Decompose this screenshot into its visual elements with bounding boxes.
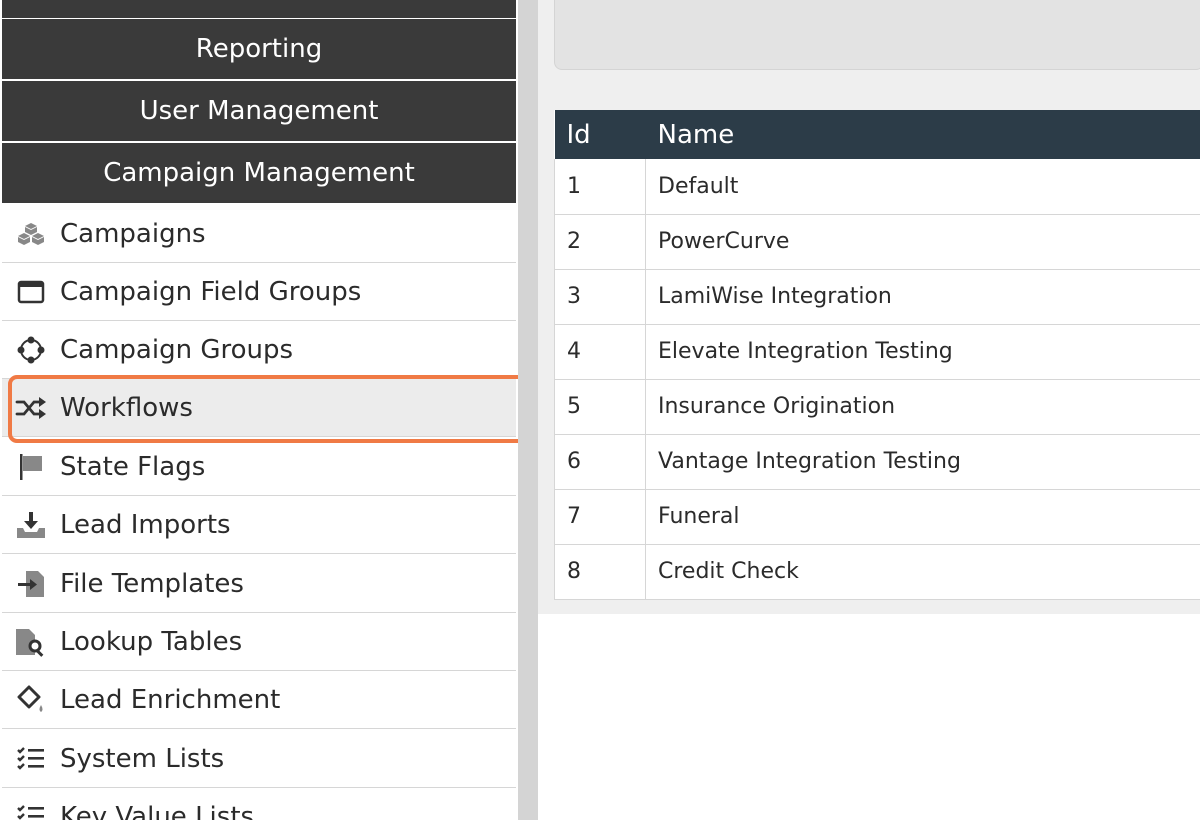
sidebar-header-hidden[interactable] (2, 0, 516, 18)
sidebar-item-key-value-lists[interactable]: Key Value Lists (2, 788, 516, 820)
table-row[interactable]: 3 LamiWise Integration (554, 269, 1200, 325)
table-row[interactable]: 2 PowerCurve (554, 214, 1200, 270)
sidebar-item-campaigns[interactable]: Campaigns (2, 205, 516, 263)
cell-id: 7 (554, 489, 646, 545)
file-import-icon (14, 567, 48, 601)
sidebar-item-system-lists[interactable]: System Lists (2, 730, 516, 788)
main-content: Id Name 1 Default 2 PowerCurve 3 LamiWise I… (538, 0, 1200, 820)
sidebar-item-campaign-groups[interactable]: Campaign Groups (2, 321, 516, 379)
sidebar-header-label: Reporting (195, 34, 323, 64)
column-header-name[interactable]: Name (646, 110, 1200, 159)
sidebar-item-label: State Flags (60, 451, 206, 482)
sidebar: Reporting User Management Campaign Manag… (0, 0, 518, 820)
sidebar-header-campaign-management[interactable]: Campaign Management (2, 143, 516, 203)
cell-name: Elevate Integration Testing (645, 324, 1200, 380)
sidebar-item-label: Lead Imports (60, 509, 231, 540)
group-nodes-icon (14, 333, 48, 367)
cell-name: Default (645, 159, 1200, 215)
cell-name: Insurance Origination (645, 379, 1200, 435)
cell-name: PowerCurve (645, 214, 1200, 270)
sidebar-item-label: Campaign Groups (60, 334, 294, 365)
table-row[interactable]: 4 Elevate Integration Testing (554, 324, 1200, 380)
sidebar-item-label: File Templates (60, 568, 244, 599)
cell-id: 5 (554, 379, 646, 435)
sidebar-item-label: Campaign Field Groups (60, 276, 362, 307)
file-search-icon (14, 625, 48, 659)
cell-name: LamiWise Integration (645, 269, 1200, 325)
cell-id: 2 (554, 214, 646, 270)
cell-id: 3 (554, 269, 646, 325)
cell-id: 4 (554, 324, 646, 380)
workflows-table: Id Name 1 Default 2 PowerCurve 3 LamiWise I… (554, 110, 1200, 600)
sidebar-header-label: Campaign Management (103, 158, 415, 188)
table-row[interactable]: 5 Insurance Origination (554, 379, 1200, 435)
sidebar-item-label: Campaigns (60, 218, 206, 249)
sidebar-item-state-flags[interactable]: State Flags (2, 438, 516, 496)
sidebar-scrollbar[interactable] (518, 0, 538, 820)
cell-id: 8 (554, 544, 646, 600)
paint-bucket-icon (14, 683, 48, 717)
cell-name: Vantage Integration Testing (645, 434, 1200, 490)
sidebar-item-label: Lead Enrichment (60, 684, 281, 715)
column-header-id[interactable]: Id (555, 110, 646, 159)
sidebar-header-reporting[interactable]: Reporting (2, 19, 516, 79)
checklist-icon (14, 742, 48, 776)
sidebar-header-user-management[interactable]: User Management (2, 81, 516, 141)
table-header-row: Id Name (554, 110, 1200, 159)
cell-name: Credit Check (645, 544, 1200, 600)
campaigns-icon (14, 217, 48, 251)
table-row[interactable]: 6 Vantage Integration Testing (554, 434, 1200, 490)
window-icon (14, 275, 48, 309)
sidebar-item-file-templates[interactable]: File Templates (2, 555, 516, 613)
shuffle-icon (14, 391, 48, 425)
sidebar-item-label: Lookup Tables (60, 626, 243, 657)
table-row[interactable]: 7 Funeral (554, 489, 1200, 545)
sidebar-item-label: Key Value Lists (60, 801, 255, 820)
sidebar-item-lead-enrichment[interactable]: Lead Enrichment (2, 671, 516, 729)
cell-id: 6 (554, 434, 646, 490)
cell-name: Funeral (645, 489, 1200, 545)
cell-id: 1 (554, 159, 646, 215)
flag-icon (14, 450, 48, 484)
import-icon (14, 508, 48, 542)
sidebar-item-label: System Lists (60, 743, 225, 774)
sidebar-item-label: Workflows (60, 392, 193, 423)
checklist-icon (14, 800, 48, 820)
table-row[interactable]: 1 Default (554, 159, 1200, 215)
sidebar-item-campaign-field-groups[interactable]: Campaign Field Groups (2, 263, 516, 321)
top-panel (554, 0, 1200, 70)
sidebar-item-lead-imports[interactable]: Lead Imports (2, 496, 516, 554)
sidebar-item-workflows[interactable]: Workflows (2, 379, 516, 437)
sidebar-item-lookup-tables[interactable]: Lookup Tables (2, 613, 516, 671)
sidebar-header-label: User Management (139, 96, 379, 126)
table-row[interactable]: 8 Credit Check (554, 544, 1200, 600)
